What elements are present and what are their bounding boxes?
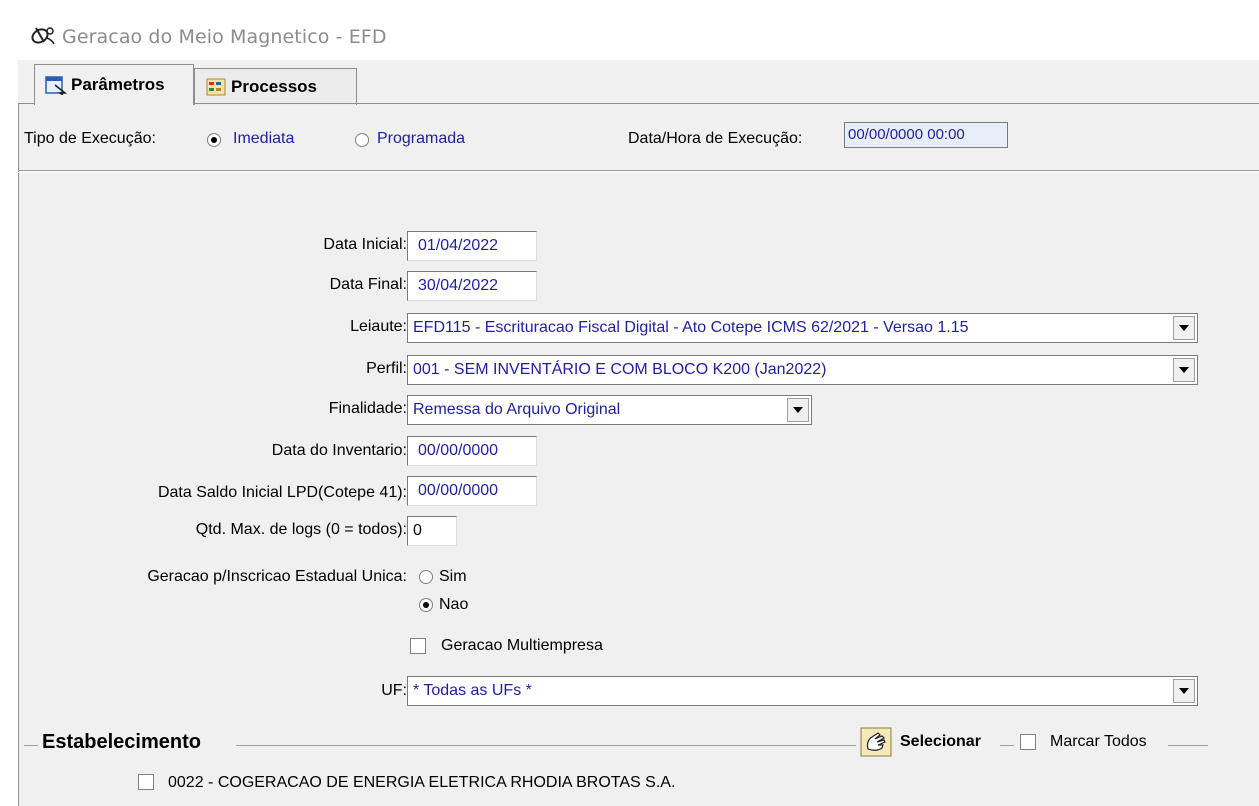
radio-imediata-label[interactable]: Imediata bbox=[233, 130, 294, 148]
leiaute-label: Leiaute: bbox=[350, 318, 407, 335]
radio-ie-nao-label[interactable]: Nao bbox=[439, 596, 468, 614]
window-title: Geracao do Meio Magnetico - EFD bbox=[62, 26, 387, 48]
data-final-label: Data Final: bbox=[329, 276, 407, 293]
tab-strip: Parâmetros Processos bbox=[18, 60, 1259, 105]
estabelecimento-item-label[interactable]: 0022 - COGERACAO DE ENERGIA ELETRICA RHO… bbox=[168, 774, 675, 792]
mark-all-label[interactable]: Marcar Todos bbox=[1050, 733, 1147, 751]
execution-type-label: Tipo de Execução: bbox=[24, 130, 156, 147]
leiaute-select[interactable]: EFD115 - Escrituracao Fiscal Digital - A… bbox=[407, 313, 1198, 343]
chevron-down-icon[interactable] bbox=[1173, 358, 1195, 382]
section-divider-highlight bbox=[18, 172, 1259, 173]
qtd-logs-label: Qtd. Max. de logs (0 = todos): bbox=[195, 521, 407, 538]
radio-ie-sim[interactable] bbox=[419, 570, 433, 584]
radio-imediata[interactable] bbox=[207, 133, 221, 147]
data-inicial-field[interactable]: 01/04/2022 bbox=[407, 231, 537, 261]
uf-value: * Todas as UFs * bbox=[413, 682, 532, 699]
chevron-down-icon[interactable] bbox=[787, 398, 809, 422]
data-inicial-label: Data Inicial: bbox=[323, 236, 407, 253]
tab-parametros[interactable]: Parâmetros bbox=[34, 64, 194, 105]
tab-processos[interactable]: Processos bbox=[194, 68, 357, 105]
parameters-icon bbox=[45, 76, 67, 95]
tab-parametros-label: Parâmetros bbox=[71, 75, 165, 94]
data-inventario-field[interactable]: 00/00/0000 bbox=[407, 436, 537, 466]
finalidade-label: Finalidade: bbox=[328, 400, 407, 417]
data-inventario-label: Data do Inventario: bbox=[271, 442, 407, 459]
uf-label: UF: bbox=[381, 682, 407, 699]
tab-processos-label: Processos bbox=[231, 77, 317, 96]
datetime-label: Data/Hora de Execução: bbox=[628, 130, 803, 147]
radio-ie-sim-label[interactable]: Sim bbox=[439, 568, 467, 586]
qtd-logs-field[interactable]: 0 bbox=[407, 516, 457, 546]
group-border bbox=[236, 745, 856, 746]
group-border bbox=[1168, 745, 1208, 746]
mark-all-checkbox[interactable] bbox=[1020, 734, 1036, 750]
finalidade-value: Remessa do Arquivo Original bbox=[413, 401, 621, 418]
execution-row: Tipo de Execução: Imediata Programada Da… bbox=[18, 104, 1259, 170]
datetime-field[interactable]: 00/00/0000 00:00 bbox=[844, 122, 1008, 148]
radio-ie-nao[interactable] bbox=[419, 598, 433, 612]
panel-border bbox=[18, 103, 19, 806]
perfil-select[interactable]: 001 - SEM INVENTÁRIO E COM BLOCO K200 (J… bbox=[407, 355, 1198, 385]
efd-window: Geracao do Meio Magnetico - EFD Parâmetr… bbox=[18, 0, 1259, 806]
radio-programada[interactable] bbox=[355, 133, 369, 147]
data-saldo-field[interactable]: 00/00/0000 bbox=[407, 476, 537, 506]
group-border bbox=[1000, 745, 1014, 746]
multiempresa-checkbox[interactable] bbox=[410, 638, 426, 654]
chevron-down-icon[interactable] bbox=[1173, 316, 1195, 340]
chevron-down-icon[interactable] bbox=[1173, 679, 1195, 703]
data-saldo-label: Data Saldo Inicial LPD(Cotepe 41): bbox=[157, 484, 407, 501]
perfil-label: Perfil: bbox=[366, 360, 407, 377]
finalidade-select[interactable]: Remessa do Arquivo Original bbox=[407, 395, 812, 425]
group-border bbox=[24, 745, 38, 746]
uf-select[interactable]: * Todas as UFs * bbox=[407, 676, 1198, 706]
select-hand-icon[interactable] bbox=[860, 727, 892, 757]
ie-unica-label: Geracao p/Inscricao Estadual Unica: bbox=[147, 568, 407, 585]
data-final-field[interactable]: 30/04/2022 bbox=[407, 271, 537, 301]
processes-icon bbox=[206, 78, 226, 96]
multiempresa-label[interactable]: Geracao Multiempresa bbox=[441, 637, 603, 655]
estabelecimento-title: Estabelecimento bbox=[42, 731, 201, 753]
radio-programada-label[interactable]: Programada bbox=[377, 130, 465, 148]
section-divider bbox=[18, 170, 1259, 171]
app-satellite-icon bbox=[31, 27, 55, 45]
leiaute-value: EFD115 - Escrituracao Fiscal Digital - A… bbox=[413, 319, 969, 336]
estabelecimento-checkbox[interactable] bbox=[138, 774, 154, 790]
perfil-value: 001 - SEM INVENTÁRIO E COM BLOCO K200 (J… bbox=[413, 361, 827, 378]
title-bar: Geracao do Meio Magnetico - EFD bbox=[18, 0, 1259, 60]
select-button[interactable]: Selecionar bbox=[900, 733, 981, 751]
